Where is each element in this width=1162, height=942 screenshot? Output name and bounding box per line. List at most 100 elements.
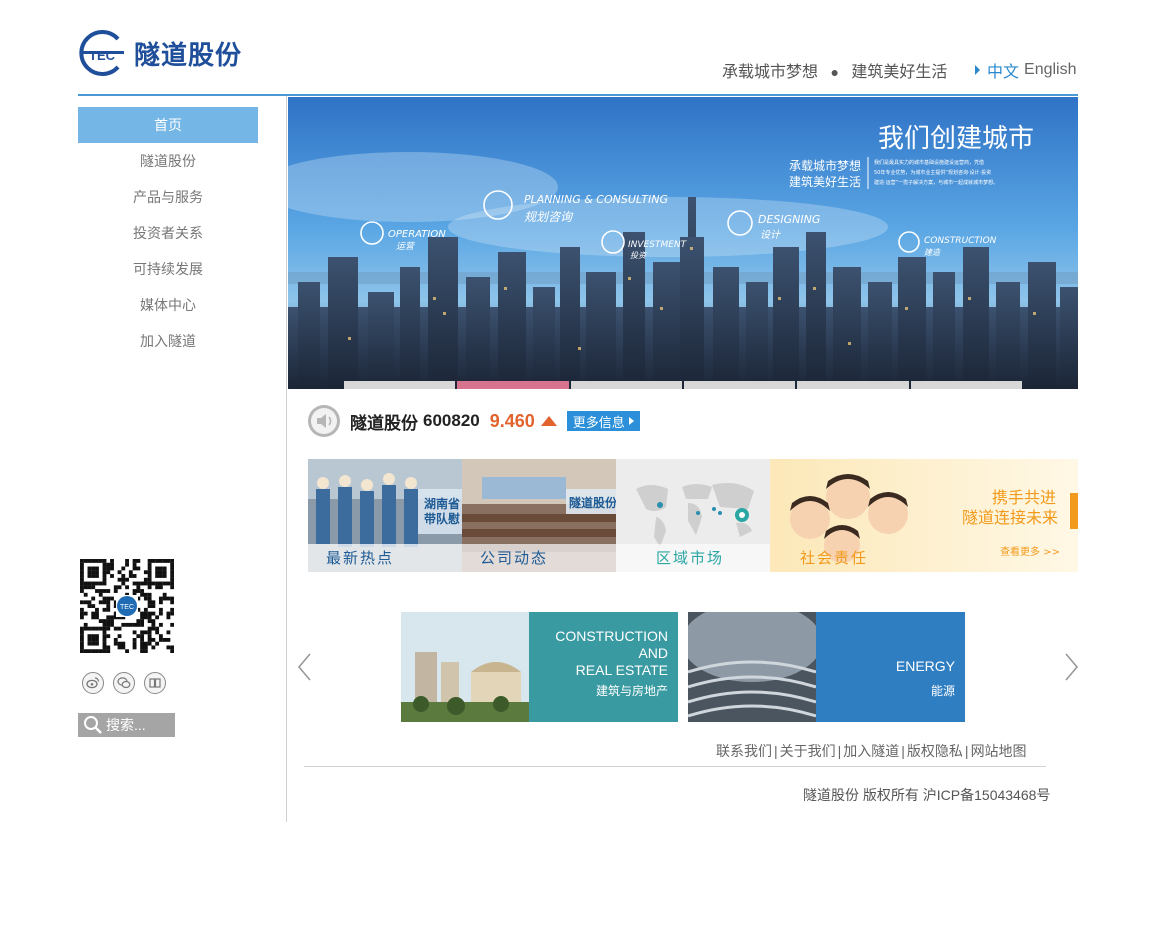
price-up-icon bbox=[540, 416, 557, 426]
energy-text-panel: ENERGY 能源 bbox=[816, 612, 965, 722]
logo-emblem: TEC bbox=[78, 29, 126, 77]
banner-icon-zh-4: 建造 bbox=[924, 248, 941, 257]
slide-dot-4[interactable] bbox=[683, 381, 796, 389]
search-box bbox=[78, 713, 175, 737]
construction-zh: 建筑与房地产 bbox=[595, 684, 668, 698]
banner-icon-en-4: CONSTRUCTION bbox=[924, 236, 997, 246]
main-nav: 首页 隧道股份 产品与服务 投资者关系 可持续发展 媒体中心 加入隧道 bbox=[78, 107, 258, 359]
tile-label-company-news: 公司动态 bbox=[480, 550, 549, 567]
qr-code: TEC bbox=[80, 559, 175, 654]
banner-sub-2: 建筑美好生活 bbox=[789, 174, 861, 189]
company-news-overlay: 隧道股份 bbox=[569, 495, 616, 510]
sidebar-divider bbox=[286, 96, 287, 822]
tile-latest-news[interactable]: 湖南省 带队慰 最新热点 bbox=[308, 459, 462, 572]
footer-separator: | bbox=[901, 743, 905, 759]
stock-code: 600820 bbox=[423, 411, 480, 430]
more-info-button[interactable]: 更多信息 bbox=[566, 411, 640, 431]
nav-item-investors[interactable]: 投资者关系 bbox=[78, 215, 258, 251]
energy-photo bbox=[688, 612, 816, 722]
header-divider bbox=[78, 94, 1078, 96]
banner-headline: 我们创建城市 bbox=[878, 124, 1034, 154]
construction-title-line-2: AND bbox=[638, 645, 668, 661]
search-input[interactable] bbox=[104, 717, 170, 733]
triangle-right-icon bbox=[975, 65, 980, 75]
speaker-icon bbox=[308, 405, 340, 437]
copyright-text: 隧道股份 版权所有 沪ICP备15043468号 bbox=[803, 787, 1051, 803]
chevron-right-icon bbox=[1065, 653, 1079, 681]
tile-company-news[interactable]: 隧道股份 公司动态 bbox=[462, 459, 616, 572]
energy-title: ENERGY bbox=[895, 658, 955, 674]
slide-dot-1[interactable] bbox=[344, 381, 456, 389]
nav-item-about[interactable]: 隧道股份 bbox=[78, 143, 258, 179]
tile-label-regional-market: 区域市场 bbox=[656, 550, 725, 567]
more-info-label: 更多信息 bbox=[572, 414, 625, 430]
header-slogan: 承载城市梦想 ● 建筑美好生活 bbox=[722, 58, 947, 82]
book-icon[interactable] bbox=[144, 672, 166, 694]
energy-zh: 能源 bbox=[930, 684, 955, 698]
slide-dot-3[interactable] bbox=[570, 381, 682, 389]
lang-zh-link[interactable]: 中文 bbox=[987, 58, 1019, 82]
slogan-separator: ● bbox=[830, 64, 839, 80]
carousel-next-button[interactable] bbox=[1062, 652, 1080, 682]
slide-dot-2[interactable] bbox=[457, 381, 569, 389]
stock-name: 隧道股份 bbox=[350, 413, 418, 433]
banner-icon-zh-1: 规划咨询 bbox=[524, 210, 574, 224]
nav-item-products[interactable]: 产品与服务 bbox=[78, 179, 258, 215]
tile-regional-market[interactable]: 区域市场 bbox=[616, 459, 770, 572]
hero-banner-image: 我们创建城市 承载城市梦想 建筑美好生活 我们是最具实力的城市基础设施建设运营商… bbox=[288, 97, 1078, 389]
construction-photo bbox=[401, 612, 529, 722]
business-card-energy[interactable]: ENERGY 能源 bbox=[688, 612, 965, 722]
stock-price: 9.460 bbox=[489, 410, 535, 431]
footer-separator: | bbox=[774, 743, 778, 759]
construction-title-line-1: CONSTRUCTION bbox=[555, 628, 668, 644]
footer-link-contact[interactable]: 联系我们 bbox=[716, 743, 772, 759]
slogan-part-1: 承载城市梦想 bbox=[722, 64, 819, 81]
banner-icon-en-3: DESIGNING bbox=[758, 213, 820, 226]
slide-dot-5[interactable] bbox=[797, 381, 909, 389]
qr-code-image: TEC bbox=[80, 559, 175, 654]
hero-banner[interactable]: 我们创建城市 承载城市梦想 建筑美好生活 我们是最具实力的城市基础设施建设运营商… bbox=[288, 97, 1078, 389]
banner-sub-1: 承载城市梦想 bbox=[789, 158, 861, 173]
news-overlay-1: 湖南省 bbox=[424, 496, 460, 511]
banner-icon-en-0: OPERATION bbox=[388, 229, 446, 240]
banner-pagination bbox=[344, 381, 1022, 389]
lang-en-link[interactable]: English bbox=[1024, 61, 1076, 79]
nav-item-home[interactable]: 首页 bbox=[78, 107, 258, 143]
nav-item-media[interactable]: 媒体中心 bbox=[78, 287, 258, 323]
slogan-part-2: 建筑美好生活 bbox=[851, 64, 948, 81]
footer-link-careers[interactable]: 加入隧道 bbox=[843, 743, 899, 759]
footer-link-sitemap[interactable]: 网站地图 bbox=[971, 743, 1027, 759]
tile-social-responsibility[interactable]: 携手共进 隧道连接未来 查看更多 >> 社会责任 bbox=[770, 459, 1078, 572]
banner-icon-zh-2: 投资 bbox=[630, 251, 647, 260]
carousel-prev-button[interactable] bbox=[296, 652, 314, 682]
logo-text: 隧道股份 bbox=[134, 40, 243, 71]
banner-blurb-2: 50年专业优势，为城市业主提供“规划咨询·设计·投资 bbox=[874, 169, 991, 176]
csr-line-2: 隧道连接未来 bbox=[962, 508, 1058, 527]
csr-line-1: 携手共进 bbox=[992, 488, 1056, 507]
svg-text:TEC: TEC bbox=[120, 604, 134, 611]
weibo-icon[interactable] bbox=[82, 672, 104, 694]
slide-dot-6[interactable] bbox=[910, 381, 1022, 389]
wechat-icon[interactable] bbox=[113, 672, 135, 694]
business-card-construction[interactable]: CONSTRUCTION AND REAL ESTATE 建筑与房地产 bbox=[401, 612, 678, 722]
banner-blurb-3: 建造·运营”一揽子解决方案，与城市一起成就城市梦想。 bbox=[874, 179, 998, 186]
search-icon[interactable] bbox=[82, 714, 104, 736]
chevron-left-icon bbox=[297, 653, 311, 681]
social-links bbox=[82, 672, 166, 694]
arrow-right-icon bbox=[628, 417, 634, 425]
footer-link-about[interactable]: 关于我们 bbox=[780, 743, 836, 759]
banner-icon-en-1: PLANNING & CONSULTING bbox=[524, 193, 668, 206]
construction-title-line-3: REAL ESTATE bbox=[575, 662, 668, 678]
footer-separator: | bbox=[837, 743, 842, 759]
footer-link-privacy[interactable]: 版权隐私 bbox=[907, 743, 963, 759]
news-overlay-2: 带队慰 bbox=[424, 511, 460, 526]
nav-item-sustainability[interactable]: 可持续发展 bbox=[78, 251, 258, 287]
csr-more-link: 查看更多 >> bbox=[1000, 545, 1060, 558]
feature-tiles: 湖南省 带队慰 最新热点 隧道股份 公司动态 区域市场 携手共进 隧道连接未来 … bbox=[308, 459, 1078, 572]
tile-label-latest-news: 最新热点 bbox=[326, 550, 395, 567]
stock-ticker: 隧道股份 600820 9.460 更多信息 bbox=[308, 405, 640, 437]
nav-item-careers[interactable]: 加入隧道 bbox=[78, 323, 258, 359]
site-logo[interactable]: TEC 隧道股份 bbox=[78, 28, 242, 78]
footer-divider bbox=[304, 766, 1046, 767]
banner-blurb-1: 我们是最具实力的城市基础设施建设运营商，凭借 bbox=[874, 159, 984, 166]
